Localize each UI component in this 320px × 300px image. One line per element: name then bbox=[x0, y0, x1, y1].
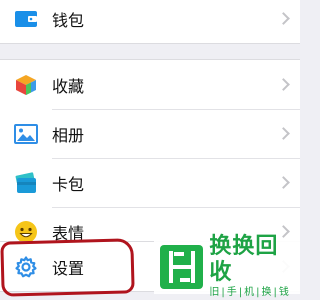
card-wallet-icon bbox=[13, 170, 38, 195]
chevron-right-icon bbox=[277, 11, 290, 25]
chevron-right-icon bbox=[277, 126, 290, 140]
watermark-title: 换换回收 bbox=[209, 234, 279, 285]
menu-item-wallet[interactable]: 钱包 bbox=[0, 0, 300, 43]
favorites-cube-icon bbox=[13, 72, 38, 97]
menu-item-label: 表情 bbox=[52, 223, 85, 243]
chevron-right-icon bbox=[277, 77, 290, 91]
watermark-logo-icon bbox=[160, 245, 204, 289]
gear-icon bbox=[13, 254, 38, 279]
menu-item-album[interactable]: 相册 bbox=[0, 109, 300, 158]
menu-item-label: 钱包 bbox=[52, 10, 85, 30]
watermark: 换换回收 旧|手|机|换|钱 bbox=[154, 234, 300, 298]
menu-item-favorites[interactable]: 收藏 bbox=[0, 60, 300, 109]
menu-item-label: 收藏 bbox=[52, 76, 85, 96]
menu-item-card-wallet[interactable]: 卡包 bbox=[0, 158, 300, 207]
chevron-right-icon bbox=[277, 175, 290, 189]
wallet-icon bbox=[13, 6, 38, 31]
menu-item-label: 设置 bbox=[52, 258, 85, 278]
menu-item-label: 卡包 bbox=[52, 174, 85, 194]
wallet-group: 钱包 bbox=[0, 0, 300, 44]
main-group: 收藏 相册 卡包 表情 bbox=[0, 59, 300, 257]
watermark-text: 换换回收 旧|手|机|换|钱 bbox=[209, 234, 300, 300]
menu-item-label: 相册 bbox=[52, 125, 85, 145]
watermark-subtitle: 旧|手|机|换|钱 bbox=[209, 287, 291, 298]
album-picture-icon bbox=[13, 121, 38, 146]
